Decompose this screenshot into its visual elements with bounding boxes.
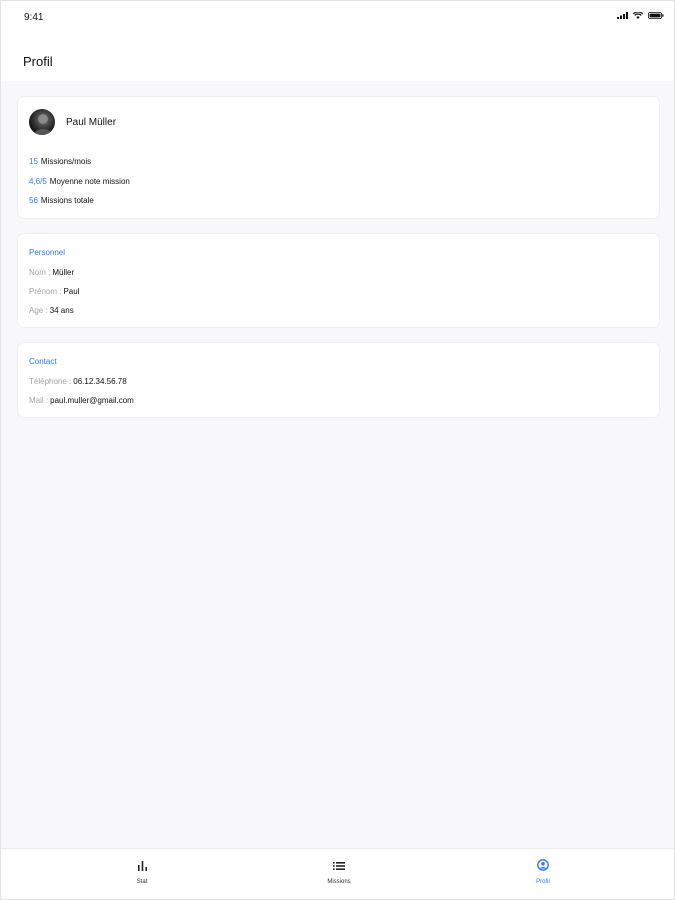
tab-label: Stat bbox=[136, 879, 148, 885]
field-age: Age :34 ans bbox=[29, 306, 74, 315]
stat-label: Missions totale bbox=[40, 196, 94, 205]
field-value: paul.muller@gmail.com bbox=[50, 396, 134, 405]
field-value: Paul bbox=[63, 287, 80, 296]
field-first-name: Prénom : Paul bbox=[29, 287, 79, 296]
field-value: Müller bbox=[52, 268, 75, 277]
stat-label: Missions/mois bbox=[40, 157, 92, 166]
bar-chart-icon bbox=[137, 861, 147, 871]
avatar-photo-icon bbox=[34, 114, 52, 135]
field-value: 34 ans bbox=[49, 306, 74, 315]
tab-label: Missions bbox=[327, 879, 351, 885]
stat-value: 15 bbox=[29, 157, 38, 166]
field-email: Mail : paul.muller@gmail.com bbox=[29, 396, 134, 405]
signal-icon bbox=[617, 12, 628, 19]
stat-total-missions: 56 Missions totale bbox=[29, 196, 94, 205]
field-label: Nom : bbox=[29, 268, 51, 277]
contact-section-title: Contact bbox=[29, 357, 57, 366]
stat-label: Moyenne note mission bbox=[49, 177, 130, 186]
nav-bar: Profil bbox=[1, 33, 674, 81]
wifi-icon bbox=[633, 12, 643, 19]
field-label: Age : bbox=[29, 306, 48, 315]
field-label: Prénom : bbox=[29, 287, 62, 296]
status-time: 9:41 bbox=[24, 12, 44, 23]
user-name: Paul Müller bbox=[66, 117, 117, 128]
tab-profil[interactable]: Profil bbox=[503, 858, 583, 885]
tab-label: Profil bbox=[536, 879, 550, 885]
app-screen: 9:41 Profil Paul Müller 15 Missions/mois… bbox=[0, 0, 675, 900]
field-label: Mail : bbox=[29, 396, 49, 405]
contact-card: Contact Téléphone :06.12.34.56.78 Mail :… bbox=[18, 343, 659, 417]
field-value: 06.12.34.56.78 bbox=[73, 377, 127, 386]
status-icons bbox=[617, 12, 664, 19]
field-label: Téléphone : bbox=[29, 377, 72, 386]
stat-value: 4,6/5 bbox=[29, 177, 47, 186]
status-bar: 9:41 bbox=[1, 1, 674, 33]
personal-section-title: Personnel bbox=[29, 248, 66, 257]
field-last-name: Nom : Müller bbox=[29, 268, 74, 277]
field-phone: Téléphone :06.12.34.56.78 bbox=[29, 377, 127, 386]
tab-missions[interactable]: Missions bbox=[299, 858, 379, 885]
battery-icon bbox=[648, 12, 664, 19]
page-title: Profil bbox=[23, 54, 53, 69]
list-icon bbox=[333, 862, 345, 870]
tab-stat[interactable]: Stat bbox=[102, 858, 182, 885]
stat-average-rating: 4,6/5 Moyenne note mission bbox=[29, 177, 130, 186]
personal-card: Personnel Nom : Müller Prénom : Paul Age :… bbox=[18, 234, 659, 327]
profile-card: Paul Müller 15 Missions/mois 4,6/5 Moyenne… bbox=[18, 97, 659, 218]
stat-missions-per-month: 15 Missions/mois bbox=[29, 157, 91, 166]
stat-value: 56 bbox=[29, 196, 38, 205]
avatar[interactable] bbox=[29, 109, 55, 135]
tab-bar: Stat Missions Profil bbox=[1, 848, 674, 899]
profile-icon bbox=[537, 859, 549, 871]
